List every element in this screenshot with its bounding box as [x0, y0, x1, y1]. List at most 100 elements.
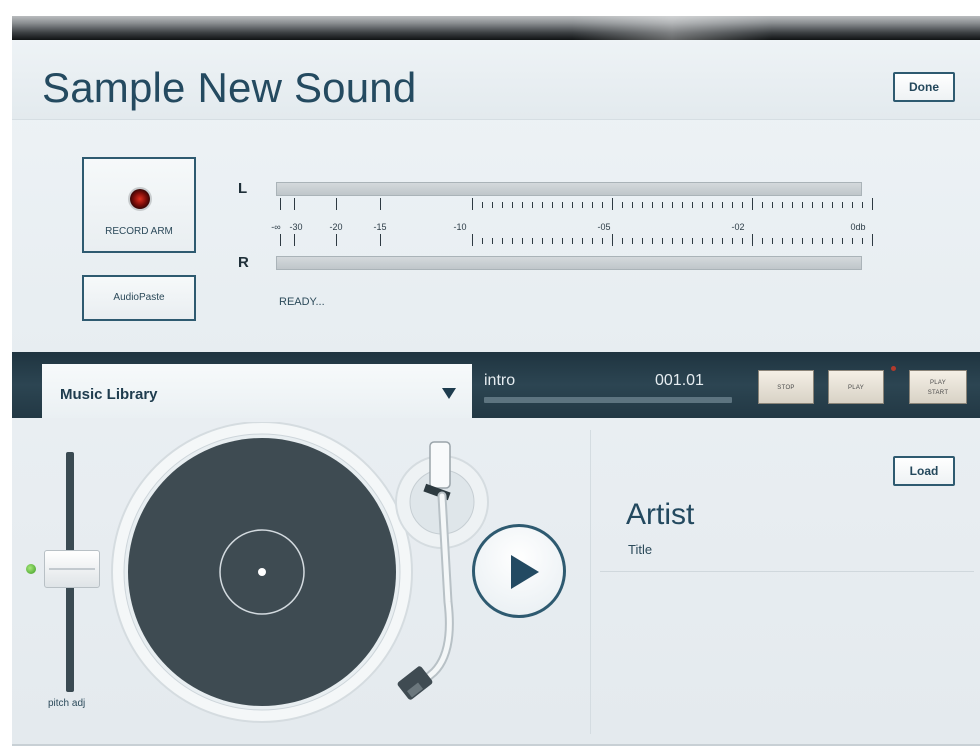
db-scale: -∞ -30 -20 -15 -10 -05 -02 0db [271, 198, 876, 254]
record-led-icon [130, 189, 150, 209]
header: Sample New Sound Done [12, 40, 980, 120]
scale-tick [482, 202, 483, 208]
scale-tick [482, 238, 483, 244]
scale-tick [562, 238, 563, 244]
track-position: 001.01 [655, 372, 704, 389]
scale-tick [782, 238, 783, 244]
scale-tick [732, 202, 733, 208]
scale-tick [862, 238, 863, 244]
pitch-adj-label: pitch adj [48, 698, 86, 709]
scale-tick [792, 238, 793, 244]
scale-tick [522, 202, 523, 208]
scale-tick [532, 238, 533, 244]
scale-tick [712, 202, 713, 208]
play-icon [511, 555, 539, 589]
scale-tick [622, 202, 623, 208]
scale-label: -∞ [271, 222, 281, 232]
play-start-label-line1: PLAY [929, 380, 947, 386]
scale-tick [682, 202, 683, 208]
scale-tick [862, 202, 863, 208]
pitch-indicator-led [26, 564, 36, 574]
load-button[interactable]: Load [893, 456, 955, 486]
scale-tick [662, 202, 663, 208]
scale-tick [492, 202, 493, 208]
scale-label: -05 [597, 222, 611, 232]
scale-tick [842, 238, 843, 244]
scale-tick [672, 202, 673, 208]
scale-tick [532, 202, 533, 208]
play-indicator-led [891, 366, 896, 371]
music-library-dropdown[interactable]: Music Library [42, 364, 472, 418]
play-start-button[interactable]: PLAY START [909, 370, 967, 404]
scale-tick [522, 238, 523, 244]
scale-tick [802, 238, 803, 244]
scale-tick [572, 202, 573, 208]
scale-tick [872, 198, 873, 210]
scale-tick [294, 198, 295, 210]
scale-tick [812, 238, 813, 244]
pitch-slider-knob[interactable] [44, 550, 100, 588]
scale-tick [702, 238, 703, 244]
scale-label: -02 [731, 222, 745, 232]
scale-tick [582, 202, 583, 208]
scale-label: -20 [329, 222, 343, 232]
cartridge-headshell [397, 666, 433, 700]
scale-tick [752, 198, 753, 210]
scale-tick [872, 234, 873, 246]
scale-tick [602, 202, 603, 208]
scale-label: -30 [289, 222, 303, 232]
scale-tick [380, 234, 381, 246]
scale-tick [662, 238, 663, 244]
audiopaste-button[interactable]: AudioPaste [82, 275, 196, 321]
scale-tick [792, 202, 793, 208]
info-divider [600, 571, 974, 572]
page-title: Sample New Sound [42, 64, 417, 111]
done-button[interactable]: Done [893, 72, 955, 102]
scale-tick [672, 238, 673, 244]
chevron-down-icon [442, 388, 456, 399]
artist-name: Artist [626, 498, 695, 531]
scale-tick [512, 238, 513, 244]
scale-tick [336, 198, 337, 210]
scale-tick [852, 202, 853, 208]
scale-tick [572, 238, 573, 244]
play-start-label-line2: START [927, 390, 949, 396]
scale-tick [632, 202, 633, 208]
scale-tick [822, 202, 823, 208]
scale-tick [722, 202, 723, 208]
deck-play-button[interactable] [472, 524, 566, 618]
scale-tick [722, 238, 723, 244]
turntable [111, 422, 489, 723]
scale-tick [832, 202, 833, 208]
scale-tick [772, 202, 773, 208]
music-library-label: Music Library [60, 386, 158, 403]
scale-tick [742, 238, 743, 244]
tonearm-counterweight [429, 441, 451, 489]
record-arm-button[interactable]: RECORD ARM [82, 157, 196, 253]
scale-label: -10 [453, 222, 467, 232]
track-title: Title [628, 542, 653, 557]
scale-tick [842, 202, 843, 208]
scale-tick [472, 198, 473, 210]
scale-tick [294, 234, 295, 246]
scale-tick [642, 238, 643, 244]
scale-tick [822, 238, 823, 244]
scale-tick [592, 202, 593, 208]
status-text: READY... [279, 296, 325, 308]
scale-tick [762, 238, 763, 244]
track-name: intro [484, 372, 516, 389]
scale-tick [772, 238, 773, 244]
transport-bar: Music Library intro 001.01 STOP PLAY PLA… [12, 352, 980, 418]
scale-tick [472, 234, 473, 246]
knob-grip [49, 568, 95, 570]
stop-button[interactable]: STOP [758, 370, 814, 404]
track-progress-bar[interactable] [484, 397, 732, 403]
scale-tick [280, 198, 281, 210]
scale-tick [762, 202, 763, 208]
scale-tick [582, 238, 583, 244]
scale-tick [552, 238, 553, 244]
sampler-panel: Sample New Sound Done RECORD ARM AudioPa… [12, 40, 980, 746]
scale-tick [542, 238, 543, 244]
play-button[interactable]: PLAY [828, 370, 884, 404]
scale-tick [652, 238, 653, 244]
